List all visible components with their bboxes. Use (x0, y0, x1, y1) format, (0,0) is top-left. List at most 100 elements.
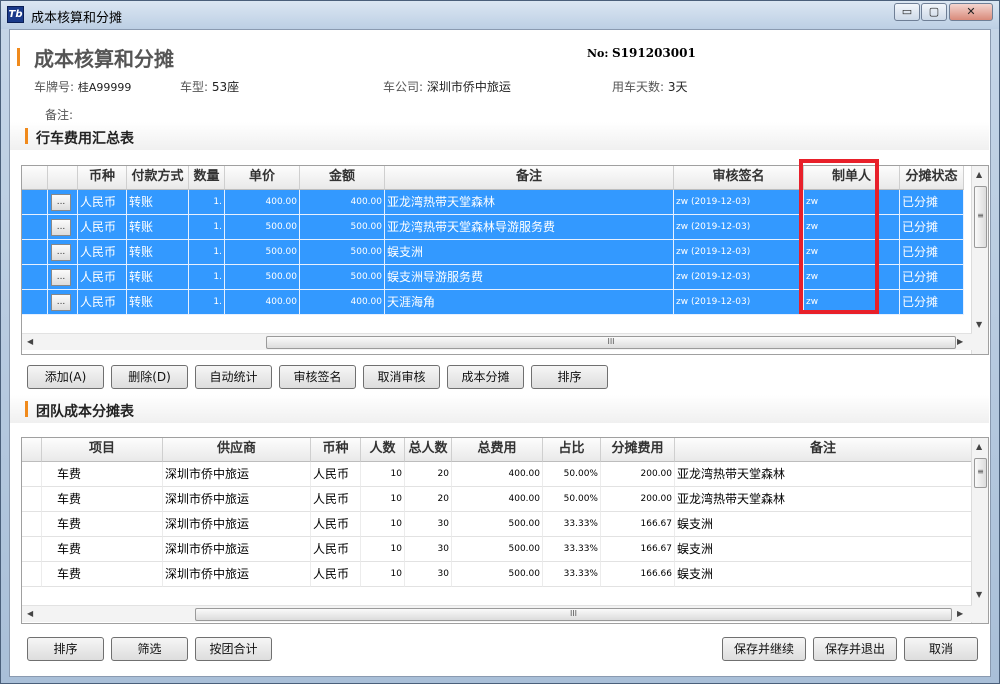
table-cell-price[interactable]: 500.00 (225, 265, 300, 290)
table-cell-supplier[interactable]: 深圳市侨中旅运 (163, 512, 311, 537)
table-cell-supplier[interactable]: 深圳市侨中旅运 (163, 537, 311, 562)
col-header-qty[interactable]: 数量 (189, 166, 225, 190)
table-cell-item[interactable]: 车费 (42, 487, 163, 512)
table-cell-maker[interactable]: zw (804, 190, 900, 215)
table-cell-amount[interactable]: 500.00 (300, 215, 385, 240)
row-button-cell[interactable]: ... (48, 240, 78, 265)
table-header-cell[interactable] (48, 166, 78, 190)
table-cell-pay[interactable]: 转账 (127, 215, 189, 240)
col-header-remark[interactable]: 备注 (385, 166, 674, 190)
table-cell-qty[interactable]: 1. (189, 265, 225, 290)
table-cell-remark[interactable]: 亚龙湾热带天堂森林导游服务费 (385, 215, 674, 240)
col-header-total-cost[interactable]: 总费用 (452, 438, 543, 462)
table-cell-total_people[interactable]: 30 (405, 562, 452, 587)
table-cell-item[interactable]: 车费 (42, 537, 163, 562)
table-cell-remark[interactable]: 亚龙湾热带天堂森林 (675, 462, 972, 487)
table-cell-currency[interactable]: 人民币 (311, 462, 361, 487)
row-indicator-cell[interactable] (22, 190, 48, 215)
row-button-cell[interactable]: ... (48, 290, 78, 315)
save-continue-button[interactable]: 保存并继续 (722, 637, 806, 661)
table-row[interactable]: ... 人民币 转账 1. 500.00 500.00 蜈支洲导游服务费 zw (2019-1… (22, 265, 964, 290)
table-cell-status[interactable]: 已分摊 (900, 290, 964, 315)
table-cell-pay[interactable]: 转账 (127, 290, 189, 315)
col-header-remark[interactable]: 备注 (675, 438, 972, 462)
table-cell-qty[interactable]: 1. (189, 190, 225, 215)
table-cell-price[interactable]: 500.00 (225, 240, 300, 265)
row-indicator-cell[interactable] (22, 487, 42, 512)
table-cell-item[interactable]: 车费 (42, 562, 163, 587)
table-row[interactable]: 车费 深圳市侨中旅运 人民币 10 20 400.00 50.00% 200.00 亚龙湾热带天… (22, 462, 972, 487)
scroll-down-arrow-icon[interactable]: ▼ (976, 320, 982, 329)
table-header-cell[interactable] (22, 438, 42, 462)
table-cell-audit[interactable]: zw (2019-12-03) (674, 190, 804, 215)
table-row[interactable]: ... 人民币 转账 1. 400.00 400.00 天涯海角 zw (2019-12-03… (22, 290, 964, 315)
table-cell-audit[interactable]: zw (2019-12-03) (674, 240, 804, 265)
table-cell-people[interactable]: 10 (361, 537, 405, 562)
footer-sort-button[interactable]: 排序 (27, 637, 104, 661)
table-cell-amount[interactable]: 500.00 (300, 240, 385, 265)
table-cell-total_people[interactable]: 20 (405, 462, 452, 487)
table-cell-status[interactable]: 已分摊 (900, 265, 964, 290)
table-cell-total_cost[interactable]: 400.00 (452, 462, 543, 487)
cancel-audit-button[interactable]: 取消审核 (363, 365, 440, 389)
table-cell-ratio[interactable]: 50.00% (543, 462, 601, 487)
table-cell-currency[interactable]: 人民币 (311, 512, 361, 537)
add-button[interactable]: 添加(A) (27, 365, 104, 389)
table-row[interactable]: 车费 深圳市侨中旅运 人民币 10 30 500.00 33.33% 166.67 蜈支洲 (22, 512, 972, 537)
table-cell-ratio[interactable]: 33.33% (543, 512, 601, 537)
col-header-price[interactable]: 单价 (225, 166, 300, 190)
table-cell-item[interactable]: 车费 (42, 512, 163, 537)
table-cell-status[interactable]: 已分摊 (900, 190, 964, 215)
minimize-button[interactable]: ▭ (894, 3, 920, 21)
title-bar[interactable]: Tb 成本核算和分摊 ▭ ▢ ✕ (1, 1, 999, 29)
scroll-thumb[interactable]: ≡ (974, 186, 987, 248)
row-indicator-cell[interactable] (22, 215, 48, 240)
table-row[interactable]: ... 人民币 转账 1. 400.00 400.00 亚龙湾热带天堂森林 zw (2019-… (22, 190, 964, 215)
table-cell-total_people[interactable]: 30 (405, 537, 452, 562)
col-header-currency[interactable]: 币种 (78, 166, 127, 190)
row-detail-button[interactable]: ... (51, 269, 71, 286)
split-horizontal-scrollbar[interactable]: ◀ III ▶ (22, 605, 972, 622)
row-indicator-cell[interactable] (22, 537, 42, 562)
col-header-item[interactable]: 项目 (42, 438, 163, 462)
table-cell-people[interactable]: 10 (361, 562, 405, 587)
row-detail-button[interactable]: ... (51, 294, 71, 311)
table-cell-total_people[interactable]: 30 (405, 512, 452, 537)
scroll-right-arrow-icon[interactable]: ▶ (957, 337, 963, 346)
col-header-maker[interactable]: 制单人 (804, 166, 900, 190)
auto-stat-button[interactable]: 自动统计 (195, 365, 272, 389)
scroll-left-arrow-icon[interactable]: ◀ (27, 337, 33, 346)
table-cell-total_people[interactable]: 20 (405, 487, 452, 512)
table-cell-currency[interactable]: 人民币 (78, 240, 127, 265)
table-cell-price[interactable]: 400.00 (225, 290, 300, 315)
table-cell-qty[interactable]: 1. (189, 290, 225, 315)
scroll-up-arrow-icon[interactable]: ▲ (976, 442, 982, 451)
sort-button[interactable]: 排序 (531, 365, 608, 389)
col-header-total-people[interactable]: 总人数 (405, 438, 452, 462)
table-cell-amount[interactable]: 400.00 (300, 190, 385, 215)
row-indicator-cell[interactable] (22, 462, 42, 487)
table-cell-split[interactable]: 200.00 (601, 462, 675, 487)
save-exit-button[interactable]: 保存并退出 (813, 637, 897, 661)
col-header-supplier[interactable]: 供应商 (163, 438, 311, 462)
delete-button[interactable]: 删除(D) (111, 365, 188, 389)
table-cell-audit[interactable]: zw (2019-12-03) (674, 265, 804, 290)
table-cell-status[interactable]: 已分摊 (900, 240, 964, 265)
col-header-status[interactable]: 分摊状态 (900, 166, 964, 190)
row-indicator-cell[interactable] (22, 562, 42, 587)
table-cell-split[interactable]: 166.67 (601, 512, 675, 537)
table-row[interactable]: 车费 深圳市侨中旅运 人民币 10 30 500.00 33.33% 166.67 蜈支洲 (22, 537, 972, 562)
table-cell-total_cost[interactable]: 500.00 (452, 562, 543, 587)
table-cell-currency[interactable]: 人民币 (78, 290, 127, 315)
table-cell-remark[interactable]: 蜈支洲 (675, 562, 972, 587)
table-cell-people[interactable]: 10 (361, 512, 405, 537)
table-cell-remark[interactable]: 亚龙湾热带天堂森林 (385, 190, 674, 215)
col-header-ratio[interactable]: 占比 (543, 438, 601, 462)
table-cell-remark[interactable]: 蜈支洲 (675, 512, 972, 537)
col-header-audit[interactable]: 审核签名 (674, 166, 804, 190)
table-cell-split[interactable]: 200.00 (601, 487, 675, 512)
col-header-people[interactable]: 人数 (361, 438, 405, 462)
row-indicator-cell[interactable] (22, 265, 48, 290)
table-cell-audit[interactable]: zw (2019-12-03) (674, 215, 804, 240)
table-cell-currency[interactable]: 人民币 (78, 215, 127, 240)
